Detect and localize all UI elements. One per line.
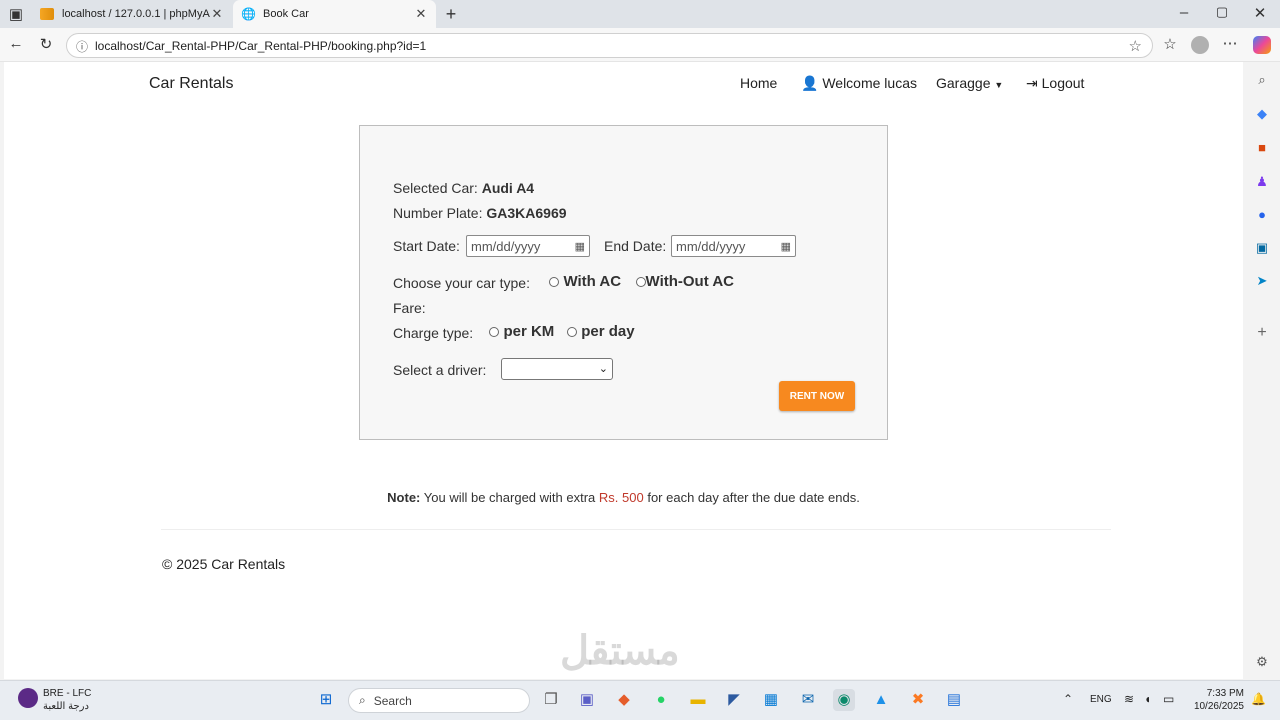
divider xyxy=(161,529,1111,530)
globe-icon: 🌐 xyxy=(241,7,256,21)
without-ac-radio[interactable] xyxy=(635,276,646,287)
nav-home[interactable]: Home xyxy=(740,75,777,91)
chevron-up-icon[interactable]: ⌃ xyxy=(1063,692,1073,706)
end-date-input[interactable]: mm/dd/yyyy ▦ xyxy=(671,235,796,257)
xampp-icon[interactable]: ✖ xyxy=(907,689,929,711)
plate-value: GA3KA6969 xyxy=(486,205,567,221)
more-icon[interactable]: ⋯ xyxy=(1220,34,1240,52)
note-text: Note: You will be charged with extra Rs.… xyxy=(387,490,860,505)
rent-now-button[interactable]: RENT NOW xyxy=(779,381,855,411)
booking-card: Selected Car: Audi A4 Number Plate: GA3K… xyxy=(359,125,888,440)
charge-type-label: Charge type: xyxy=(393,325,474,341)
tab-actions-icon[interactable]: ▣ xyxy=(6,5,26,23)
note-amount: Rs. 500 xyxy=(598,490,644,505)
docker-icon[interactable]: ▲ xyxy=(870,689,892,711)
battery-icon[interactable]: ▭ xyxy=(1163,692,1174,706)
driver-select[interactable]: ⌄ xyxy=(501,358,613,380)
add-icon[interactable]: + xyxy=(1252,324,1272,342)
car-type-label: Choose your car type: xyxy=(393,275,530,291)
maximize-icon[interactable]: ▢ xyxy=(1212,4,1232,20)
minimize-icon[interactable]: – xyxy=(1174,4,1194,21)
web-page: Car Rentals Home 👤 Welcome lucas Garagge… xyxy=(4,62,1243,679)
start-date-input[interactable]: mm/dd/yyyy ▦ xyxy=(466,235,590,257)
nav-logout[interactable]: ⇥ Logout xyxy=(1026,75,1084,92)
office-icon[interactable]: ● xyxy=(1252,206,1272,224)
weather-widget-icon[interactable] xyxy=(18,688,38,708)
phpmyadmin-icon xyxy=(40,8,54,20)
outlook-app-icon[interactable]: ✉ xyxy=(797,689,819,711)
vscode-icon[interactable]: ◤ xyxy=(723,689,745,711)
tab-book-car[interactable]: 🌐 Book Car ✕ xyxy=(233,0,436,28)
driver-label: Select a driver: xyxy=(393,362,487,378)
volume-icon[interactable]: ◖ xyxy=(1144,692,1151,706)
whatsapp-icon[interactable]: ● xyxy=(650,689,672,711)
language-indicator[interactable]: ENG xyxy=(1090,694,1112,705)
search-icon[interactable]: ⌕ xyxy=(1252,71,1272,89)
wifi-icon[interactable]: ≋ xyxy=(1124,692,1134,706)
url-text[interactable]: localhost/Car_Rental-PHP/Car_Rental-PHP/… xyxy=(95,39,426,53)
plate-row: Number Plate: GA3KA6969 xyxy=(393,205,567,221)
refresh-icon[interactable]: ↻ xyxy=(36,35,56,53)
weather-widget[interactable]: BRE - LFC درجة اللعبة xyxy=(43,687,91,713)
close-window-icon[interactable]: ✕ xyxy=(1250,4,1270,22)
copilot-icon[interactable] xyxy=(1253,36,1271,54)
search-icon: ⌕ xyxy=(359,693,366,707)
chevron-down-icon: ⌄ xyxy=(598,363,608,375)
start-date-label: Start Date: xyxy=(393,238,460,254)
taskbar-search[interactable]: ⌕ Search xyxy=(348,688,530,713)
copilot-app-icon[interactable]: ◆ xyxy=(613,689,635,711)
per-day-label[interactable]: per day xyxy=(581,323,634,340)
calendar-icon[interactable]: ▦ xyxy=(575,240,585,253)
tab-strip: ▣ localhost / 127.0.0.1 | phpMyAdm ✕ 🌐 B… xyxy=(0,0,1280,28)
user-icon: 👤 xyxy=(801,75,819,91)
profile-avatar[interactable] xyxy=(1191,36,1209,54)
store-icon[interactable]: ▦ xyxy=(760,689,782,711)
toolbox-icon[interactable]: ■ xyxy=(1252,139,1272,157)
footer-text: © 2025 Car Rentals xyxy=(162,556,286,572)
tag-icon[interactable]: ◆ xyxy=(1252,105,1272,123)
with-ac-label[interactable]: With AC xyxy=(563,273,621,290)
logout-icon: ⇥ xyxy=(1026,75,1038,91)
send-icon[interactable]: ➤ xyxy=(1252,272,1272,290)
task-view-icon[interactable]: ❐ xyxy=(540,689,562,711)
nav-welcome[interactable]: 👤 Welcome lucas xyxy=(801,75,917,92)
address-bar[interactable]: ⓘ localhost/Car_Rental-PHP/Car_Rental-PH… xyxy=(66,33,1153,58)
windows-start-icon[interactable]: ⊞ xyxy=(315,689,337,711)
calendar-icon[interactable]: ▦ xyxy=(781,240,791,253)
teams-icon[interactable]: ▣ xyxy=(576,689,598,711)
notification-bell-icon[interactable]: 🔔 xyxy=(1251,692,1266,706)
outlook-icon[interactable]: ▣ xyxy=(1252,239,1272,257)
new-tab-icon[interactable]: + xyxy=(441,4,461,25)
end-date-label: End Date: xyxy=(604,238,667,254)
close-icon[interactable]: ✕ xyxy=(414,6,428,22)
watermark-logo: مستقل xyxy=(560,629,680,673)
per-km-radio[interactable] xyxy=(489,326,499,337)
games-icon[interactable]: ♟ xyxy=(1252,173,1272,191)
close-icon[interactable]: ✕ xyxy=(210,6,224,22)
selected-car-row: Selected Car: Audi A4 xyxy=(393,180,535,196)
favorites-icon[interactable]: ☆ xyxy=(1160,35,1180,53)
clock[interactable]: 7:33 PM 10/26/2025 xyxy=(1188,687,1244,713)
with-ac-radio[interactable] xyxy=(549,276,559,287)
star-icon[interactable]: ☆ xyxy=(1129,37,1142,55)
info-icon[interactable]: ⓘ xyxy=(76,38,88,55)
without-ac-label[interactable]: With-Out AC xyxy=(646,273,734,290)
settings-icon[interactable]: ⚙ xyxy=(1252,653,1272,671)
tab-phpmyadmin[interactable]: localhost / 127.0.0.1 | phpMyAdm ✕ xyxy=(32,0,232,28)
charge-type-options: per KM per day xyxy=(489,323,635,341)
car-type-options: With AC With-Out AC xyxy=(549,273,734,291)
taskbar xyxy=(0,680,1280,720)
notepad-icon[interactable]: ▤ xyxy=(943,689,965,711)
brand-link[interactable]: Car Rentals xyxy=(149,75,233,93)
per-km-label[interactable]: per KM xyxy=(503,323,554,340)
back-icon[interactable]: ← xyxy=(6,35,26,52)
per-day-radio[interactable] xyxy=(566,326,577,337)
file-explorer-icon[interactable]: ▬ xyxy=(687,689,709,711)
edge-icon[interactable]: ◉ xyxy=(833,689,855,711)
nav-garage-dropdown[interactable]: Garagge ▼ xyxy=(936,75,1003,91)
caret-down-icon: ▼ xyxy=(994,80,1004,90)
selected-car-value: Audi A4 xyxy=(481,180,535,196)
fare-label: Fare: xyxy=(393,300,426,316)
